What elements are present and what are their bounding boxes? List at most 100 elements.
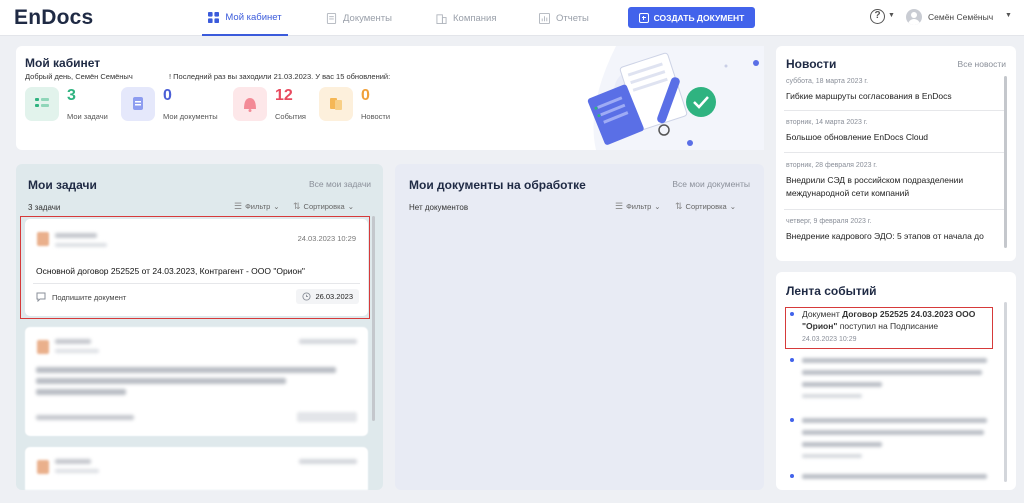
stat-my-tasks[interactable]: 3 Мои задачи: [25, 87, 115, 127]
blurred-due: [297, 412, 357, 422]
cabinet-card: Мой кабинет Добрый день, Семён Семёныч !…: [16, 46, 764, 150]
task-card[interactable]: [25, 447, 368, 490]
stat-events[interactable]: 12 События: [233, 87, 323, 127]
documents-title: Мои документы на обработке: [409, 178, 586, 192]
user-avatar[interactable]: [906, 9, 922, 25]
news-date: суббота, 18 марта 2023 г.: [786, 78, 869, 85]
top-bar: EnDocs Мой кабинет Документы Компания От…: [0, 0, 1024, 36]
news-item[interactable]: четверг, 9 февраля 2023 г. Внедрение кад…: [786, 218, 1012, 243]
create-document-label: СОЗДАТЬ ДОКУМЕНТ: [653, 12, 745, 23]
blurred-event: [802, 430, 984, 435]
blurred-time: [802, 394, 862, 398]
stat-news[interactable]: 0 Новости: [319, 87, 409, 127]
filter-button[interactable]: ☰ Фильтр ⌄: [234, 201, 280, 212]
task-card[interactable]: [25, 327, 368, 436]
nav-my-cabinet[interactable]: Мой кабинет: [202, 0, 288, 36]
all-news-link[interactable]: Все новости: [958, 59, 1006, 69]
scrollbar[interactable]: [1004, 302, 1007, 482]
bell-icon: [233, 87, 267, 121]
sort-icon: ⇅: [293, 201, 301, 211]
blurred-event: [802, 474, 987, 479]
document-icon: [121, 87, 155, 121]
stat-value: 3: [67, 87, 76, 104]
filter-label: Фильтр: [626, 202, 652, 211]
news-headline: Внедрили СЭД в российском подразделении …: [786, 175, 964, 198]
chevron-down-icon: ⌄: [347, 202, 355, 211]
tasks-icon: [25, 87, 59, 121]
stat-value: 12: [275, 87, 293, 104]
user-name[interactable]: Семён Семёныч: [928, 12, 993, 22]
stat-label: События: [275, 112, 306, 121]
news-item[interactable]: суббота, 18 марта 2023 г. Гибкие маршрут…: [786, 78, 1006, 103]
news-title: Новости: [786, 57, 837, 71]
feed-title: Лента событий: [786, 284, 877, 298]
plus-icon: [638, 12, 649, 23]
building-icon: [436, 13, 447, 24]
cabinet-title: Мой кабинет: [25, 56, 101, 70]
nav-company[interactable]: Компания: [436, 0, 496, 36]
blurred-title: [36, 367, 336, 373]
dashboard-icon: [208, 11, 220, 23]
scrollbar[interactable]: [372, 216, 375, 421]
chevron-down-icon: ⌄: [729, 202, 737, 211]
news-icon: [319, 87, 353, 121]
blurred-event: [802, 418, 987, 423]
app-logo[interactable]: EnDocs: [14, 6, 93, 30]
chevron-down-icon[interactable]: ▼: [888, 12, 895, 19]
filter-label: Фильтр: [245, 202, 271, 211]
news-date: вторник, 28 февраля 2023 г.: [786, 162, 878, 169]
blurred-event: [802, 382, 882, 387]
blurred-author: [55, 459, 91, 464]
news-date: четверг, 9 февраля 2023 г.: [786, 218, 872, 225]
news-item[interactable]: вторник, 14 марта 2023 г. Большое обновл…: [786, 119, 1006, 144]
stat-label: Мои задачи: [67, 112, 108, 121]
news-headline: Большое обновление EnDocs Cloud: [786, 132, 929, 142]
avatar: [37, 340, 49, 354]
sort-label: Сортировка: [303, 202, 345, 211]
chart-icon: [539, 12, 550, 24]
tasks-title: Мои задачи: [28, 178, 97, 192]
all-tasks-link[interactable]: Все мои задачи: [309, 179, 371, 189]
highlight-frame: [785, 307, 993, 349]
stat-value: 0: [361, 87, 370, 104]
divider: [784, 209, 1006, 210]
nav-label: Отчеты: [556, 12, 589, 24]
sort-label: Сортировка: [685, 202, 727, 211]
sort-button[interactable]: ⇅ Сортировка ⌄: [675, 201, 736, 212]
chevron-down-icon: ⌄: [654, 202, 661, 211]
news-headline: Внедрение кадрового ЭДО: 5 этапов от нач…: [786, 231, 984, 241]
blurred-title: [36, 378, 286, 384]
sort-button[interactable]: ⇅ Сортировка ⌄: [293, 201, 354, 212]
nav-label: Мой кабинет: [225, 11, 282, 23]
my-documents-panel: Мои документы на обработке Все мои докум…: [395, 164, 764, 490]
help-icon[interactable]: ?: [870, 9, 885, 24]
highlight-frame: [20, 216, 370, 319]
event-bullet: [790, 358, 794, 362]
document-icon: [326, 12, 337, 24]
blurred-event: [802, 442, 882, 447]
blurred-date: [299, 459, 357, 464]
all-documents-link[interactable]: Все мои документы: [672, 179, 750, 189]
event-bullet: [790, 418, 794, 422]
nav-reports[interactable]: Отчеты: [539, 0, 589, 36]
blurred-time: [802, 454, 862, 458]
blurred-action: [36, 415, 134, 420]
news-headline: Гибкие маршруты согласования в EnDocs: [786, 91, 952, 101]
tasks-count: 3 задачи: [28, 203, 61, 212]
nav-documents[interactable]: Документы: [326, 0, 392, 36]
create-document-button[interactable]: СОЗДАТЬ ДОКУМЕНТ: [628, 7, 755, 28]
stat-my-documents[interactable]: 0 Мои документы: [121, 87, 226, 127]
last-visit-text: ! Последний раз вы заходили 21.03.2023. …: [169, 72, 391, 81]
filter-button[interactable]: ☰ Фильтр ⌄: [615, 201, 661, 212]
sort-icon: ⇅: [675, 201, 683, 211]
blurred-event: [802, 358, 987, 363]
nav-label: Документы: [343, 12, 392, 24]
blurred-role: [55, 349, 99, 353]
stat-label: Новости: [361, 112, 391, 121]
news-item[interactable]: вторник, 28 февраля 2023 г. Внедрили СЭД…: [786, 162, 1006, 200]
filter-icon: ☰: [615, 201, 624, 211]
scrollbar[interactable]: [1004, 76, 1007, 248]
blurred-title: [36, 389, 126, 395]
my-tasks-panel: Мои задачи Все мои задачи 3 задачи ☰ Фил…: [16, 164, 383, 490]
chevron-down-icon[interactable]: ▼: [1005, 12, 1012, 19]
